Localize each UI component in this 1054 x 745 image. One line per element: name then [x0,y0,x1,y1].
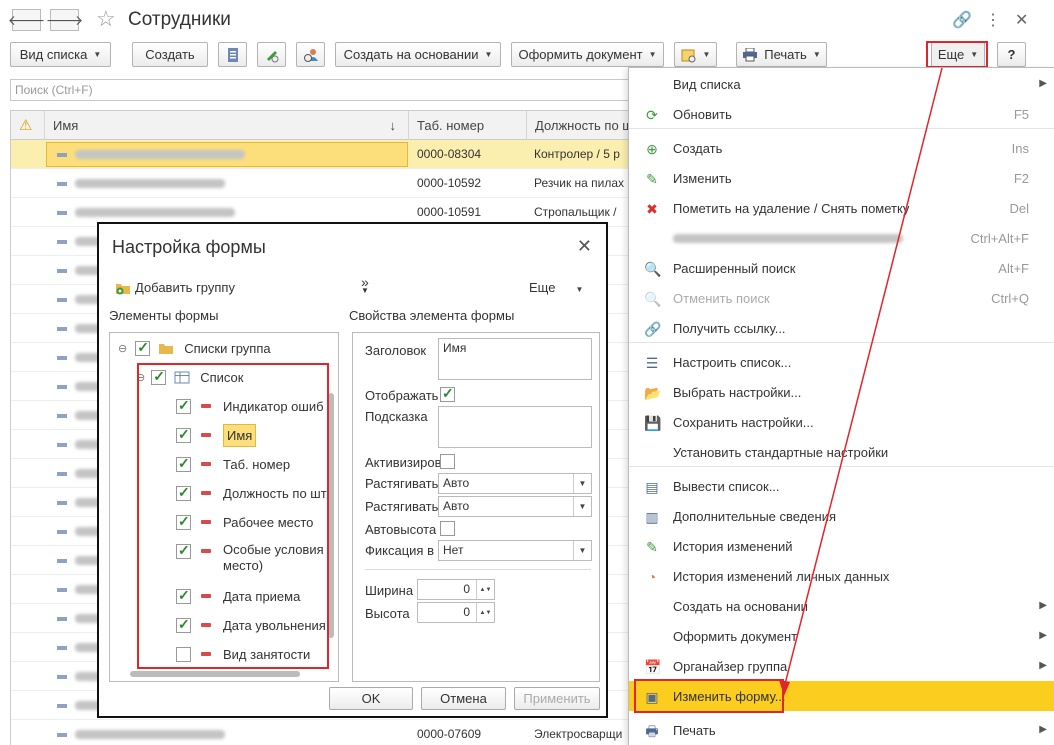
width-label: Ширина [365,583,414,598]
hint-label: Подсказка [365,409,428,424]
chevron-down-icon: ▼ [573,541,591,560]
chevron-down-icon: ▼ [573,497,591,516]
chevron-down-icon: ▼ [573,474,591,493]
divider [365,569,591,570]
height-value: 0 [463,605,470,619]
element-properties-panel: Заголовок Имя Отображать Подсказка Актив… [352,332,600,682]
autoheight-checkbox[interactable] [440,521,455,536]
autoheight-label: Автовысота [365,522,437,537]
stretch-horizontal-select[interactable]: Авто ▼ [438,473,592,494]
add-group-label: Добавить группу [135,280,235,295]
caption-field[interactable]: Имя [438,338,592,380]
width-value: 0 [463,582,470,596]
folder-icon [159,343,174,354]
element-properties-header: Свойства элемента формы [349,308,515,323]
highlight-list-columns [137,363,329,669]
dialog-close-icon[interactable]: ✕ [577,236,592,257]
activate-label: Активизиров [365,455,442,470]
add-group-button[interactable]: Добавить группу [115,280,235,295]
ok-button[interactable]: OK [329,687,413,710]
tree-hscrollbar[interactable] [130,671,300,677]
stepper-icon[interactable]: ▲▼ [476,603,494,622]
stretch-horizontal-value: Авто [443,476,470,490]
form-elements-header: Элементы формы [109,308,219,323]
cancel-label: Отмена [440,691,487,706]
show-checkbox[interactable] [440,385,455,402]
fix-select[interactable]: Нет ▼ [438,540,592,561]
stepper-icon[interactable]: ▲▼ [476,580,494,599]
activate-checkbox[interactable] [440,454,455,469]
apply-label: Применить [523,691,591,706]
caption-value: Имя [443,341,467,355]
dialog-more-button[interactable]: Еще ▼ [529,280,583,295]
dialog-title: Настройка формы [112,237,266,257]
stretch-horizontal-label: Растягивать [365,476,439,491]
stretch-vertical-value: Авто [443,499,470,513]
ok-label: OK [361,691,381,706]
chevron-down-icon: ▼ [361,286,369,295]
height-stepper[interactable]: 0 ▲▼ [417,602,495,623]
width-stepper[interactable]: 0 ▲▼ [417,579,495,600]
tree-node-list-group[interactable]: ⊖ Списки группа [118,337,271,359]
stretch-vertical-label: Растягивать [365,499,439,514]
form-settings-dialog: Настройка формы ✕ Добавить группу » ▼ Ещ… [97,222,608,718]
fix-label: Фиксация в [365,543,434,558]
caption-label: Заголовок [365,343,427,358]
stretch-vertical-select[interactable]: Авто ▼ [438,496,592,517]
hint-field[interactable] [438,406,592,448]
chevron-down-icon: ▼ [575,285,584,294]
cancel-button[interactable]: Отмена [421,687,506,710]
collapse-icon[interactable]: ⊖ [118,342,127,355]
list-group-checkbox[interactable] [135,339,151,356]
list-group-label: Списки группа [184,340,271,356]
show-label: Отображать [365,388,439,403]
height-label: Высота [365,606,410,621]
apply-button[interactable]: Применить [514,687,600,710]
fix-value: Нет [443,543,464,557]
dialog-more-label: Еще [529,280,556,295]
folder-add-icon [116,283,130,294]
